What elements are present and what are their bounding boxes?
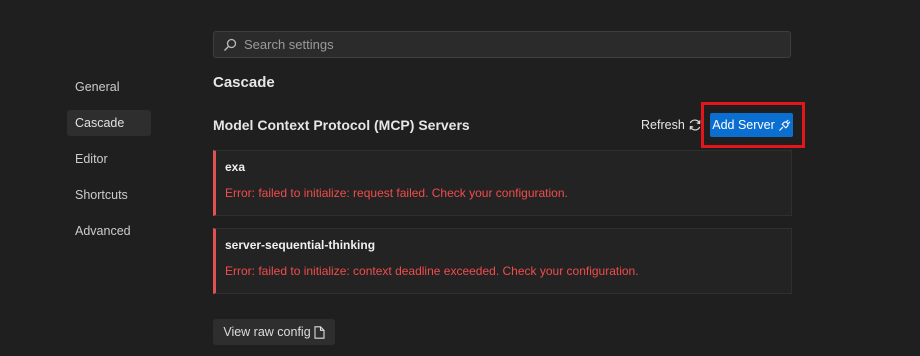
server-name: exa [225, 160, 246, 174]
search-icon [222, 37, 238, 53]
sidebar-item-editor[interactable]: Editor [67, 146, 151, 172]
section-title: Cascade [213, 74, 275, 91]
add-server-button[interactable]: Add Server [710, 113, 793, 137]
plug-icon [778, 119, 791, 132]
refresh-label: Refresh [641, 118, 685, 132]
search-input[interactable] [244, 37, 764, 52]
file-icon [314, 325, 325, 339]
settings-sidebar: General Cascade Editor Shortcuts Advance… [67, 74, 151, 254]
view-raw-config-label: View raw config [223, 325, 311, 339]
server-name: server-sequential-thinking [225, 238, 376, 252]
view-raw-config-button[interactable]: View raw config [213, 319, 335, 345]
mcp-server-card: exa Error: failed to initialize: request… [213, 150, 792, 216]
sidebar-item-general[interactable]: General [67, 74, 151, 100]
server-error-message: Error: failed to initialize: request fai… [225, 186, 568, 200]
settings-page: General Cascade Editor Shortcuts Advance… [0, 0, 920, 356]
mcp-server-card: server-sequential-thinking Error: failed… [213, 228, 792, 294]
refresh-button[interactable]: Refresh [641, 118, 702, 132]
mcp-servers-heading: Model Context Protocol (MCP) Servers [213, 117, 470, 133]
sidebar-item-cascade[interactable]: Cascade [67, 110, 151, 136]
search-bar[interactable] [213, 31, 791, 58]
server-error-message: Error: failed to initialize: context dea… [225, 264, 639, 278]
sidebar-item-shortcuts[interactable]: Shortcuts [67, 182, 151, 208]
refresh-icon [688, 118, 702, 132]
sidebar-item-advanced[interactable]: Advanced [67, 218, 151, 244]
add-server-label: Add Server [712, 118, 775, 132]
